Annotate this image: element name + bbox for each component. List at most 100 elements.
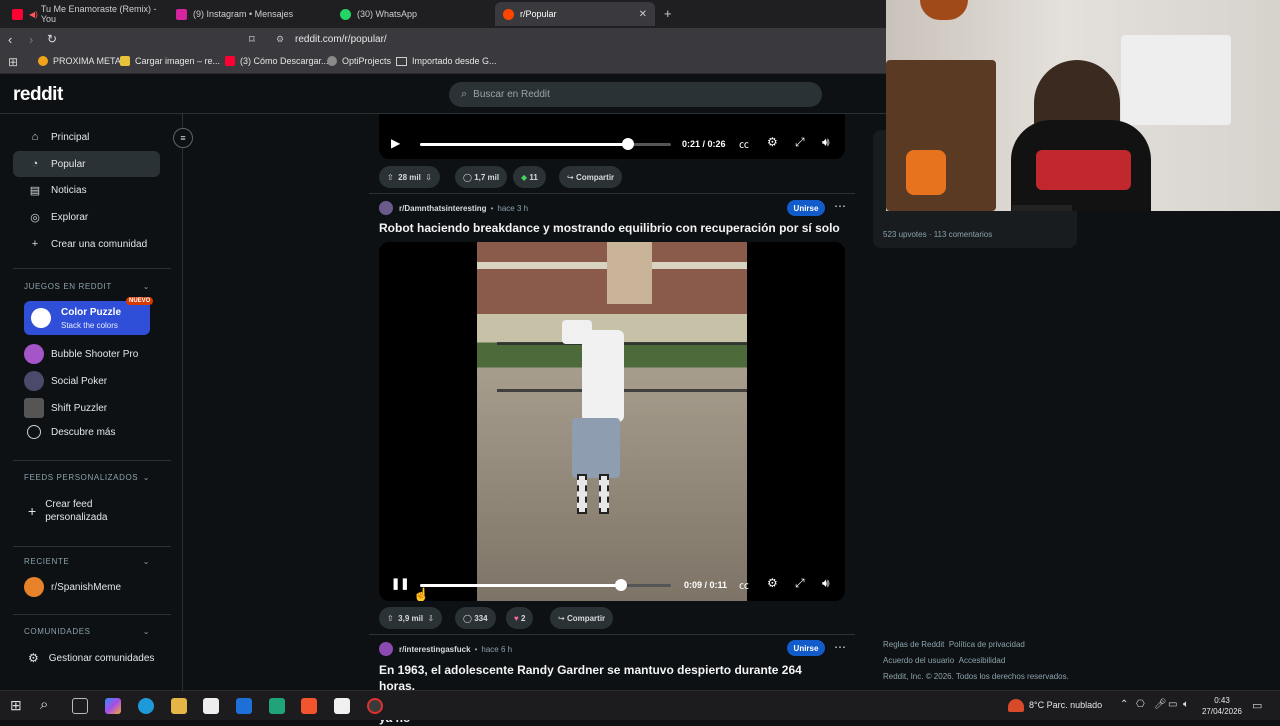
app-icon[interactable] (269, 698, 285, 714)
nav-explorar[interactable]: ◎ Explorar (13, 204, 160, 230)
post1-comments-button[interactable]: ◯ 334 (455, 607, 496, 629)
fullscreen-icon[interactable]: ⤢ (795, 135, 805, 150)
tab-instagram[interactable]: (9) Instagram • Mensajes (168, 2, 328, 26)
game-social-poker[interactable]: Social Poker (24, 371, 107, 391)
prev-awards-button[interactable]: ◆ 11 (513, 166, 546, 188)
obs-icon[interactable] (367, 698, 383, 714)
post2-join-button[interactable]: Unirse (787, 640, 825, 656)
post2-subreddit[interactable]: r/interestingasfuck (399, 645, 471, 654)
feeds-section-header[interactable]: FEEDS PERSONALIZADOS ⌄ (24, 473, 150, 482)
speaker-icon[interactable]: 🔈︎ (1183, 699, 1189, 710)
nav-popular[interactable]: ◔ Popular (13, 151, 160, 177)
bookmark-item[interactable]: (3) Cómo Descargar... (225, 56, 329, 66)
brave-icon[interactable] (301, 698, 317, 714)
weather-text[interactable]: 8°C Parc. nublado (1029, 700, 1102, 710)
file-explorer-icon[interactable] (171, 698, 187, 714)
volume-icon[interactable]: 🔊︎ (822, 135, 830, 150)
copyright: Reddit, Inc. © 2026. Todos los derechos … (883, 672, 1069, 681)
nav-principal[interactable]: ⌂ Principal (13, 124, 160, 150)
post1-awards-button[interactable]: ♥ 2 (506, 607, 534, 629)
tray-app-icon[interactable]: ⎔ (1136, 699, 1145, 710)
pause-icon[interactable]: ❚❚ (391, 577, 409, 590)
mail-icon[interactable] (236, 698, 252, 714)
nav-crear-comunidad[interactable]: + Crear una comunidad (13, 231, 160, 257)
manage-communities[interactable]: ⚙ Gestionar comunidades (24, 651, 154, 665)
store-icon[interactable] (203, 698, 219, 714)
games-section-header[interactable]: JUEGOS EN REDDIT ⌄ (24, 282, 150, 291)
tray-chevron-icon[interactable]: ⌃ (1120, 699, 1128, 710)
nav-noticias[interactable]: ▤ Noticias (13, 177, 160, 203)
bookmark-item[interactable]: Importado desde G... (396, 56, 497, 66)
prev-comments-button[interactable]: ◯ 1,7 mil (455, 166, 508, 188)
search-input[interactable]: ⌕ Buscar en Reddit (449, 82, 822, 107)
recent-spanishmeme[interactable]: r/SpanishMeme (24, 577, 121, 597)
copilot-icon[interactable] (105, 698, 121, 714)
game-shift-puzzler[interactable]: Shift Puzzler (24, 398, 107, 418)
award-icon: ♥ (514, 613, 519, 623)
reload-icon[interactable]: ↻ (47, 32, 57, 46)
network-icon[interactable]: ▭ (1168, 699, 1177, 710)
bookmark-item[interactable]: Cargar imagen – re... (120, 56, 220, 66)
notifications-icon[interactable]: ▭ (1252, 699, 1262, 712)
site-info-icon[interactable]: ⚙ (276, 34, 284, 45)
communities-section-header[interactable]: COMUNIDADES ⌄ (24, 627, 150, 636)
settings-icon[interactable]: ⚙ (767, 135, 778, 149)
color-puzzle-card[interactable]: Color Puzzle Stack the colors NUEVO (24, 297, 154, 335)
capcut-icon[interactable] (334, 698, 350, 714)
post2-more-icon[interactable]: ⋯ (834, 640, 846, 654)
captions-icon[interactable]: ㏄ (739, 136, 749, 151)
prev-video-player[interactable]: ▶ 0:21 / 0:26 ㏄ ⚙ ⤢ 🔊︎ (379, 114, 845, 159)
back-icon[interactable]: ‹ (8, 32, 12, 47)
captions-icon[interactable]: ㏄ (739, 577, 749, 592)
bookmark-item[interactable]: OptiProjects (327, 56, 391, 66)
task-view-icon[interactable] (72, 698, 88, 714)
discover-more[interactable]: Descubre más (24, 425, 115, 439)
settings-icon[interactable]: ⚙ (767, 576, 778, 590)
post1-title[interactable]: Robot haciendo breakdance y mostrando eq… (379, 221, 840, 235)
post1-share-button[interactable]: ↪ Compartir (550, 607, 614, 629)
fullscreen-icon[interactable]: ⤢ (795, 576, 805, 591)
prev-progress-knob[interactable] (622, 138, 635, 150)
downvote-icon[interactable]: ⇩ (428, 614, 435, 623)
forward-icon[interactable]: › (29, 32, 33, 47)
post1-vote-button[interactable]: ⇧ 3,9 mil ⇩ (379, 607, 443, 629)
footer-link[interactable]: Política de privacidad (949, 640, 1025, 649)
volume-icon[interactable]: 🔊︎ (822, 576, 830, 591)
tab-youtube[interactable]: ◀) Tu Me Enamoraste (Remix) - You (4, 2, 164, 26)
footer-link[interactable]: Reglas de Reddit (883, 640, 944, 649)
bookmark-item[interactable]: PROXIMA META (38, 56, 121, 66)
upvote-icon[interactable]: ⇧ (387, 614, 394, 623)
edge-icon[interactable] (138, 698, 154, 714)
bookmark-icon[interactable]: ⌑ (249, 33, 255, 46)
footer-link[interactable]: Acuerdo del usuario (883, 656, 954, 665)
prev-vote-button[interactable]: ⇧ 28 mil ⇩ (379, 166, 440, 188)
tab-reddit[interactable]: r/Popular ✕ (495, 2, 655, 26)
microphone-icon[interactable]: 🎤︎ (1154, 699, 1167, 710)
game-bubble-shooter[interactable]: Bubble Shooter Pro (24, 344, 138, 364)
new-tab-icon[interactable]: + (664, 6, 672, 21)
downvote-icon[interactable]: ⇩ (425, 173, 432, 182)
post1-more-icon[interactable]: ⋯ (834, 199, 846, 213)
post1-video-player[interactable]: ❚❚ 0:09 / 0:11 ㏄ ⚙ ⤢ 🔊︎ ☝ (379, 242, 845, 601)
post1-progress-knob[interactable] (614, 579, 627, 591)
post1-subreddit[interactable]: r/Damnthatsinteresting (399, 204, 487, 213)
tab-label: Tu Me Enamoraste (Remix) - You (40, 4, 157, 24)
upvote-icon[interactable]: ⇧ (387, 173, 394, 182)
post1-progress-track[interactable] (420, 579, 671, 591)
tab-whatsapp[interactable]: (30) WhatsApp (332, 2, 492, 26)
clock[interactable]: 0:43 27/04/2026 (1200, 695, 1244, 717)
url-bar[interactable]: reddit.com/r/popular/ (295, 34, 387, 45)
start-icon[interactable]: ⊞ (10, 697, 22, 714)
prev-share-button[interactable]: ↪ Compartir (559, 166, 623, 188)
post1-join-button[interactable]: Unirse (787, 200, 825, 216)
search-icon[interactable]: ⌕ (40, 696, 48, 713)
recent-section-header[interactable]: RECIENTE ⌄ (24, 557, 150, 566)
apps-grid-icon[interactable]: ⊞ (8, 55, 18, 69)
create-feed[interactable]: + Crear feed personalizada (28, 498, 107, 524)
prev-progress-track[interactable] (420, 138, 671, 150)
play-icon[interactable]: ▶ (391, 136, 400, 150)
collapse-sidebar-icon[interactable]: ≡ (173, 128, 193, 148)
close-tab-icon[interactable]: ✕ (639, 9, 647, 20)
footer-link[interactable]: Accesibilidad (959, 656, 1006, 665)
reddit-logo[interactable]: reddit (13, 84, 63, 106)
